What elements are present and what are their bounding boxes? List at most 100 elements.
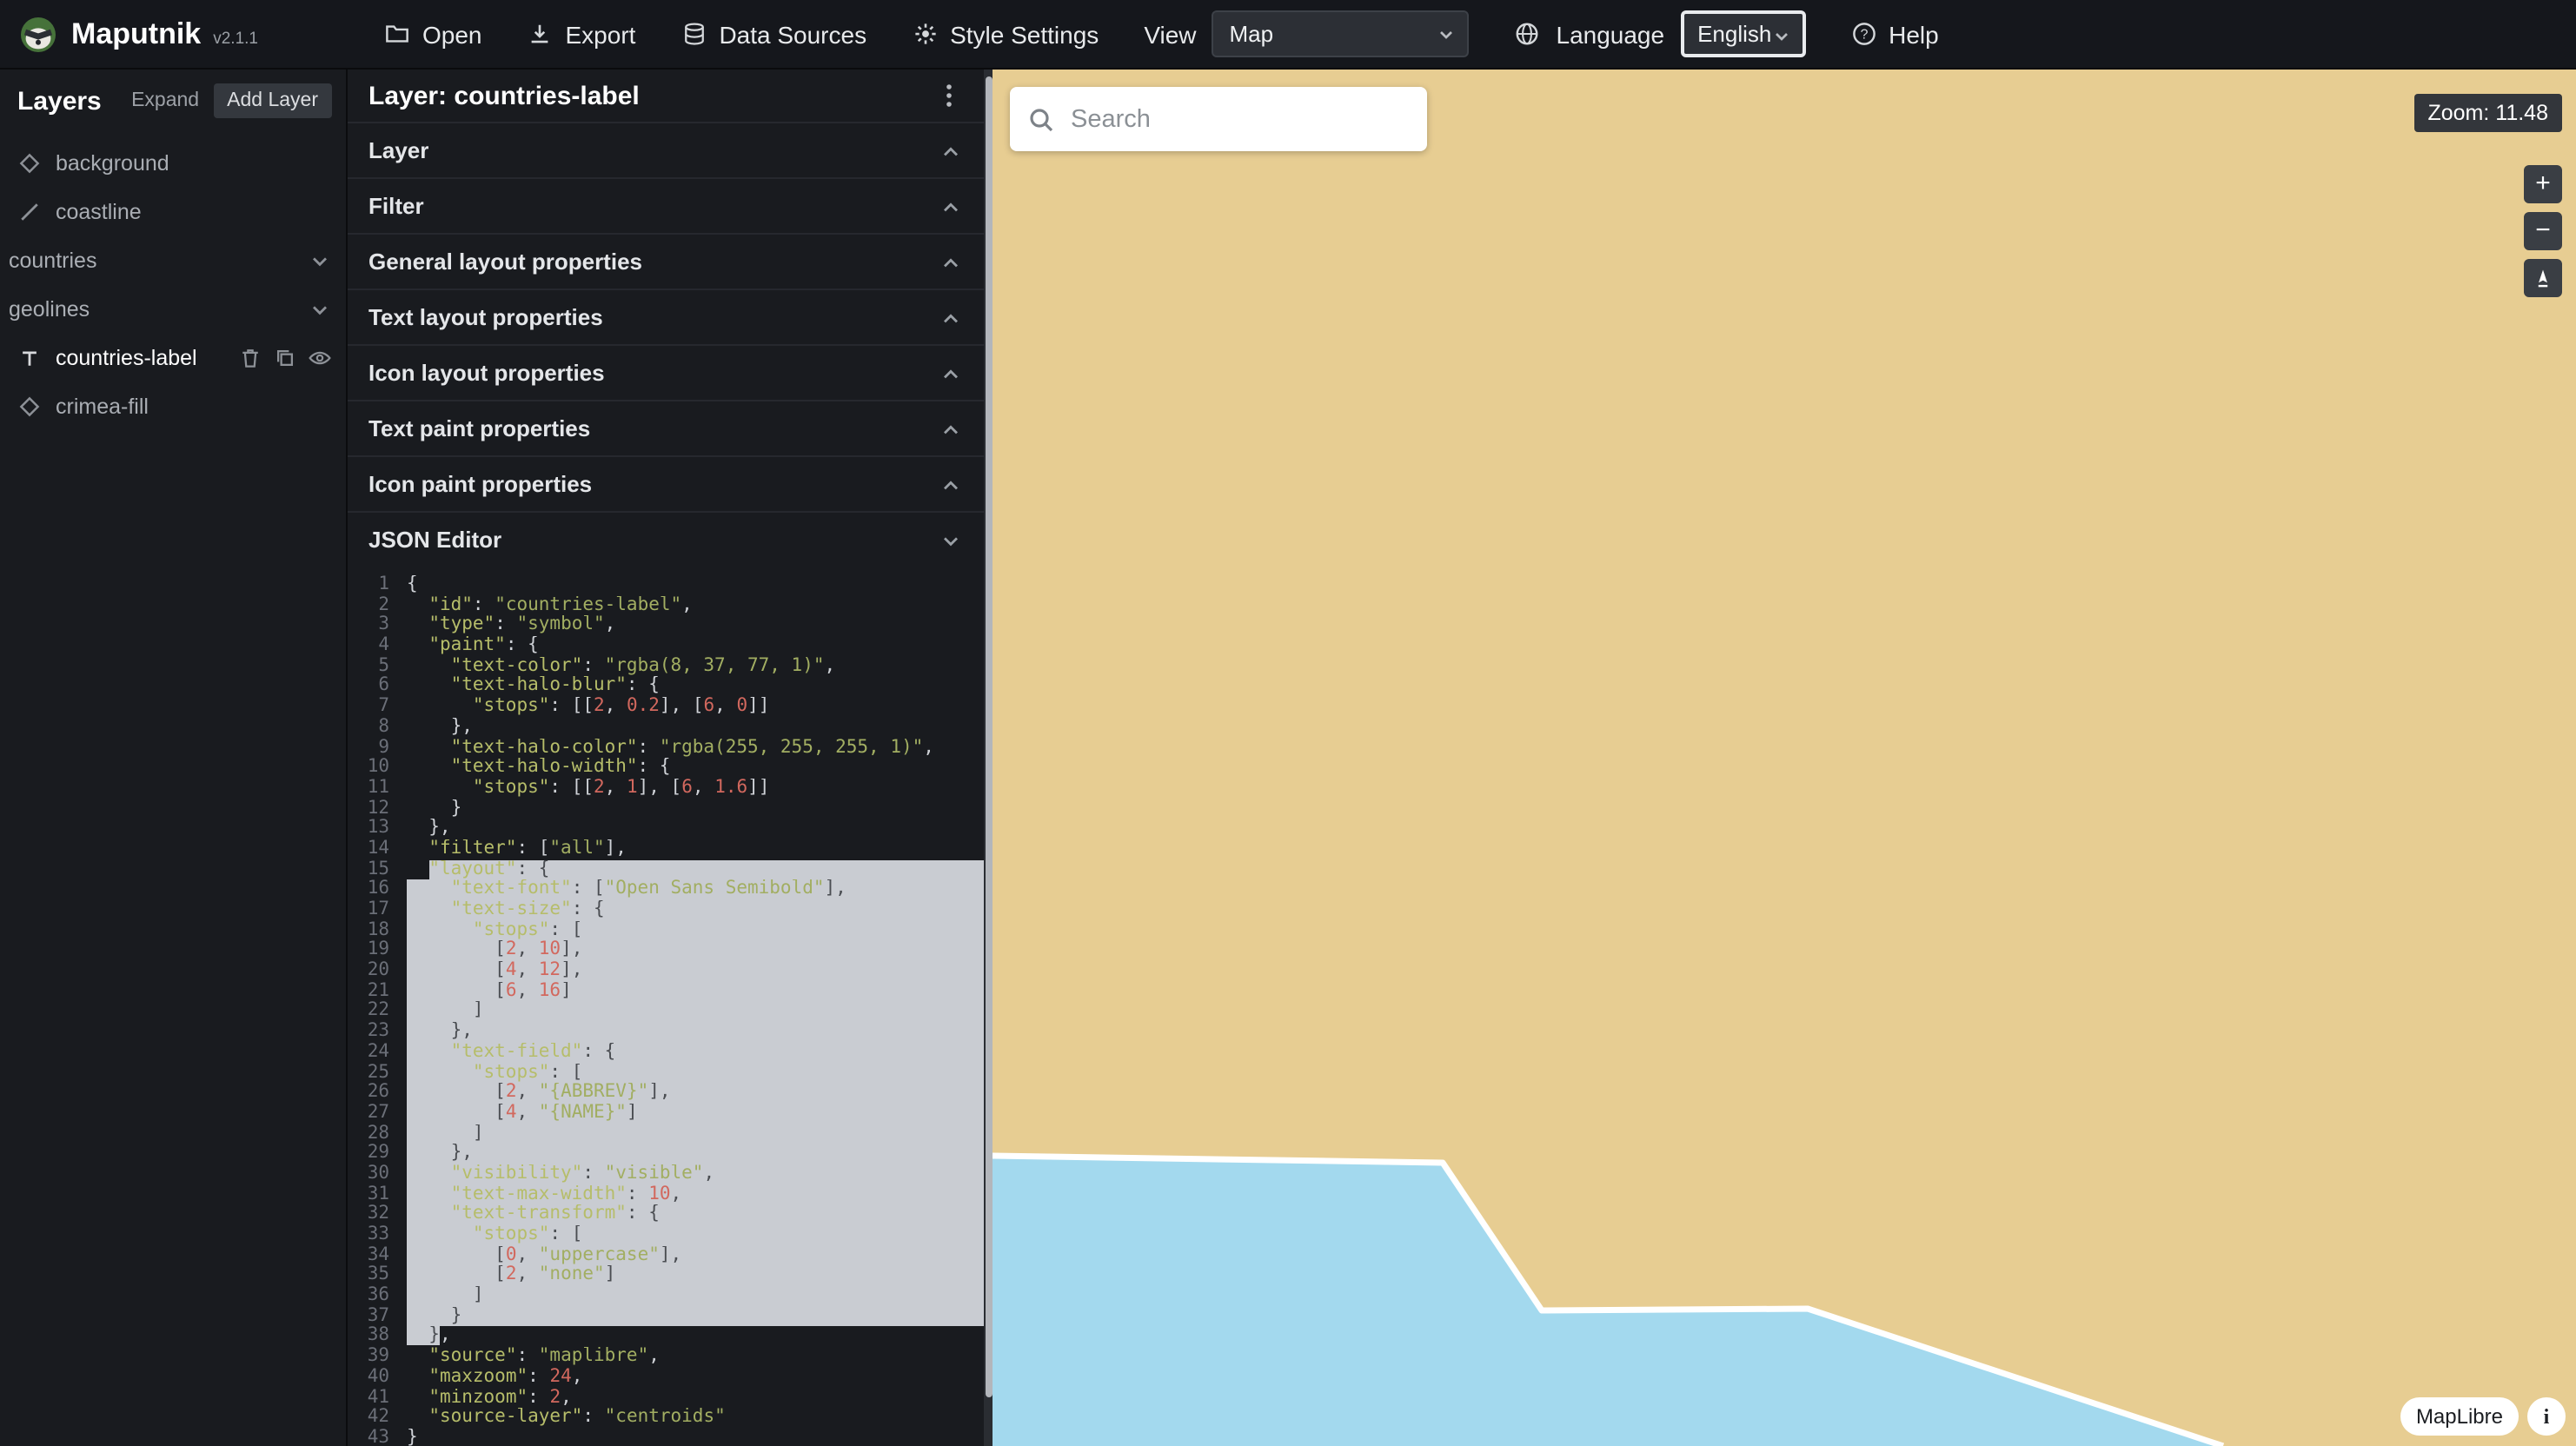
code-line: 32 "text-transform": { (348, 1205, 984, 1225)
water-polygon (993, 1156, 2223, 1446)
style-settings-button[interactable]: Style Settings (912, 20, 1099, 48)
maputnik-logo-icon (17, 13, 59, 55)
maputnik-app: Maputnik v2.1.1 Open Export Data Sources… (0, 0, 2576, 1446)
chevron-up-icon (939, 472, 963, 496)
expand-button[interactable]: Expand (131, 90, 199, 111)
language-select[interactable]: English (1680, 10, 1805, 57)
json-editor-code[interactable]: 1{2 "id": "countries-label",3 "type": "s… (348, 567, 984, 1446)
section-general-layout-properties[interactable]: General layout properties (348, 233, 984, 289)
delete-icon[interactable] (238, 346, 262, 370)
section-label: JSON Editor (368, 527, 939, 553)
data-sources-button[interactable]: Data Sources (681, 20, 866, 48)
add-layer-button[interactable]: Add Layer (213, 83, 332, 118)
code-line: 37 } (348, 1307, 984, 1327)
layer-group-countries[interactable]: countries (0, 236, 346, 285)
chevron-down-icon (1437, 24, 1457, 45)
section-label: General layout properties (368, 249, 939, 275)
code-line: 25 "stops": [ (348, 1063, 984, 1083)
code-line: 30 "visibility": "visible", (348, 1164, 984, 1184)
chevron-up-icon (939, 305, 963, 329)
layer-item-countries-label[interactable]: countries-label (0, 334, 346, 382)
code-line: 22 ] (348, 1002, 984, 1022)
code-line: 33 "stops": [ (348, 1225, 984, 1245)
diamond-icon (17, 395, 42, 419)
zoom-out-button[interactable]: − (2524, 212, 2562, 250)
zoom-in-button[interactable]: + (2524, 165, 2562, 203)
open-label: Open (422, 20, 482, 48)
code-line: 41 "minzoom": 2, (348, 1388, 984, 1408)
search-icon (1027, 105, 1055, 133)
inspector-header: Layer: countries-label (348, 70, 984, 122)
code-line: 8 }, (348, 718, 984, 738)
section-label: Text paint properties (368, 415, 939, 441)
code-line: 6 "text-halo-blur": { (348, 677, 984, 697)
section-layer[interactable]: Layer (348, 122, 984, 177)
svg-text:?: ? (1860, 28, 1868, 43)
visibility-icon[interactable] (308, 346, 332, 370)
info-button[interactable]: i (2527, 1397, 2566, 1436)
layers-sidebar: Layers Expand Add Layer background coast… (0, 70, 348, 1446)
layer-item-label: crimea-fill (56, 395, 318, 419)
code-line: 38 }, (348, 1327, 984, 1347)
code-line: 42 "source-layer": "centroids" (348, 1408, 984, 1428)
section-text-layout-properties[interactable]: Text layout properties (348, 289, 984, 344)
code-line: 29 }, (348, 1144, 984, 1164)
section-icon-paint-properties[interactable]: Icon paint properties (348, 455, 984, 511)
duplicate-icon[interactable] (273, 346, 297, 370)
layer-inspector: Layer: countries-label Layer Filter Gene… (348, 70, 984, 1446)
language-select-value: English (1697, 21, 1771, 47)
layer-item-label: geolines (9, 297, 280, 322)
inspector-sections: Layer Filter General layout properties T… (348, 122, 984, 567)
section-filter[interactable]: Filter (348, 177, 984, 233)
map-controls: + − (2524, 165, 2562, 297)
map-render (993, 70, 2576, 1446)
code-line: 34 [0, "uppercase"], (348, 1245, 984, 1265)
layers-header: Layers Expand Add Layer (0, 70, 346, 132)
chevron-down-icon (1770, 26, 1791, 47)
code-line: 17 "text-size": { (348, 900, 984, 920)
section-text-paint-properties[interactable]: Text paint properties (348, 400, 984, 455)
layer-item-crimea-fill[interactable]: crimea-fill (0, 382, 346, 431)
export-label: Export (566, 20, 636, 48)
help-icon: ? (1850, 21, 1876, 47)
help-label: Help (1889, 20, 1939, 48)
section-label: Icon layout properties (368, 360, 939, 386)
section-json-editor[interactable]: JSON Editor (348, 511, 984, 567)
code-line: 16 "text-font": ["Open Sans Semibold"], (348, 880, 984, 900)
section-label: Text layout properties (368, 304, 939, 330)
code-line: 11 "stops": [[2, 1], [6, 1.6]] (348, 779, 984, 799)
chevron-up-icon (939, 361, 963, 385)
maplibre-link[interactable]: MapLibre (2400, 1397, 2519, 1436)
layer-item-background[interactable]: background (0, 139, 346, 188)
code-line: 4 "paint": { (348, 636, 984, 656)
globe-icon (1515, 21, 1541, 47)
inspector-title: Layer: countries-label (368, 81, 935, 110)
code-line: 19 [2, 10], (348, 941, 984, 961)
language-label: Language (1557, 20, 1665, 48)
layer-item-coastline[interactable]: coastline (0, 188, 346, 236)
code-line: 2 "id": "countries-label", (348, 595, 984, 615)
code-line: 20 [4, 12], (348, 961, 984, 981)
kebab-menu-icon[interactable] (935, 82, 963, 109)
view-select[interactable]: Map (1212, 10, 1470, 57)
search-input[interactable] (1071, 105, 1410, 133)
folder-open-icon (384, 21, 410, 47)
section-label: Icon paint properties (368, 471, 939, 497)
inspector-scrollbar (984, 70, 993, 1446)
chevron-up-icon (939, 249, 963, 274)
layer-group-geolines[interactable]: geolines (0, 285, 346, 334)
map-canvas[interactable]: Zoom: 11.48 + − MapLibre i (993, 70, 2576, 1446)
compass-button[interactable] (2524, 259, 2562, 297)
map-searchbox (1010, 87, 1427, 151)
chevron-up-icon (939, 194, 963, 218)
data-sources-label: Data Sources (719, 20, 866, 48)
diamond-icon (17, 151, 42, 176)
open-button[interactable]: Open (384, 20, 482, 48)
export-button[interactable]: Export (528, 20, 636, 48)
language-group: Language English (1515, 10, 1806, 57)
scrollbar-thumb[interactable] (985, 76, 992, 1398)
code-line: 10 "text-halo-width": { (348, 758, 984, 778)
section-icon-layout-properties[interactable]: Icon layout properties (348, 344, 984, 400)
help-button[interactable]: ? Help (1850, 20, 1939, 48)
line-icon (17, 200, 42, 224)
